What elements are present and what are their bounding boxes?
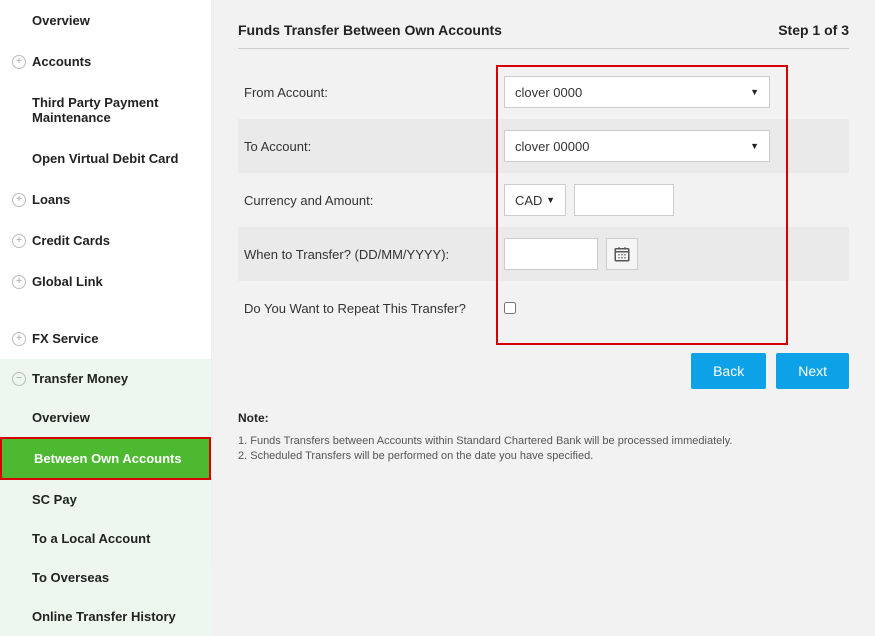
header-row: Funds Transfer Between Own Accounts Step…: [238, 22, 849, 49]
to-account-select[interactable]: clover 00000 ▼: [504, 130, 770, 162]
main-panel: Funds Transfer Between Own Accounts Step…: [212, 0, 875, 566]
plus-icon: +: [12, 193, 26, 207]
nav-to-overseas[interactable]: To Overseas: [0, 558, 211, 597]
nav-label: Between Own Accounts: [34, 451, 182, 466]
to-account-value: clover 00000: [515, 139, 589, 154]
chevron-down-icon: ▼: [546, 195, 555, 205]
row-currency-amount: Currency and Amount: CAD ▼: [238, 173, 849, 227]
row-when-to-transfer: When to Transfer? (DD/MM/YYYY):: [238, 227, 849, 281]
nav-credit-cards[interactable]: + Credit Cards: [0, 220, 211, 261]
back-button[interactable]: Back: [691, 353, 766, 389]
nav-label: Online Transfer History: [32, 609, 176, 624]
row-from-account: From Account: clover 0000 ▼: [238, 65, 849, 119]
nav-label: SC Pay: [32, 492, 77, 507]
nav-overview[interactable]: Overview: [0, 0, 211, 41]
nav-label: Credit Cards: [32, 233, 110, 248]
notes-section: Note: 1. Funds Transfers between Account…: [238, 411, 849, 462]
nav-label: Overview: [32, 13, 90, 28]
form-area: From Account: clover 0000 ▼ To Account: …: [238, 65, 849, 335]
nav-loans[interactable]: + Loans: [0, 179, 211, 220]
nav-label: Loans: [32, 192, 70, 207]
repeat-checkbox[interactable]: [504, 302, 516, 314]
amount-input[interactable]: [574, 184, 674, 216]
plus-icon: +: [12, 275, 26, 289]
nav-transfer-overview[interactable]: Overview: [0, 398, 211, 437]
plus-icon: +: [12, 55, 26, 69]
nav-transfer-group: − Transfer Money Overview Between Own Ac…: [0, 359, 211, 636]
notes-line-1: 1. Funds Transfers between Accounts with…: [238, 435, 849, 447]
nav-transfer-money[interactable]: − Transfer Money: [0, 359, 211, 398]
transfer-date-input[interactable]: [504, 238, 598, 270]
nav-third-party[interactable]: Third Party Payment Maintenance: [0, 82, 211, 138]
row-to-account: To Account: clover 00000 ▼: [238, 119, 849, 173]
nav-global-link[interactable]: + Global Link: [0, 261, 211, 302]
when-label: When to Transfer? (DD/MM/YYYY):: [238, 247, 504, 262]
page-title: Funds Transfer Between Own Accounts: [238, 22, 502, 38]
nav-label: Global Link: [32, 274, 103, 289]
nav-label: To Overseas: [32, 570, 109, 585]
nav-online-transfer-history[interactable]: Online Transfer History: [0, 597, 211, 636]
nav-label: Overview: [32, 410, 90, 425]
step-indicator: Step 1 of 3: [778, 22, 849, 38]
sidebar: Overview + Accounts Third Party Payment …: [0, 0, 212, 566]
chevron-down-icon: ▼: [750, 141, 759, 151]
chevron-down-icon: ▼: [750, 87, 759, 97]
nav-label: FX Service: [32, 331, 99, 346]
nav-to-local-account[interactable]: To a Local Account: [0, 519, 211, 558]
to-account-label: To Account:: [238, 139, 504, 154]
currency-amount-label: Currency and Amount:: [238, 193, 504, 208]
nav-fx-service[interactable]: + FX Service: [0, 318, 211, 359]
nav-label: To a Local Account: [32, 531, 150, 546]
nav-sc-pay[interactable]: SC Pay: [0, 480, 211, 519]
minus-icon: −: [12, 372, 26, 386]
nav-label: Accounts: [32, 54, 91, 69]
row-repeat-transfer: Do You Want to Repeat This Transfer?: [238, 281, 849, 335]
plus-icon: +: [12, 332, 26, 346]
nav-between-own-accounts[interactable]: Between Own Accounts: [0, 437, 211, 480]
currency-value: CAD: [515, 193, 542, 208]
plus-icon: +: [12, 234, 26, 248]
notes-title: Note:: [238, 411, 849, 425]
nav-accounts[interactable]: + Accounts: [0, 41, 211, 82]
nav-label: Transfer Money: [32, 371, 128, 386]
currency-select[interactable]: CAD ▼: [504, 184, 566, 216]
button-row: Back Next: [238, 353, 849, 389]
from-account-label: From Account:: [238, 85, 504, 100]
from-account-select[interactable]: clover 0000 ▼: [504, 76, 770, 108]
from-account-value: clover 0000: [515, 85, 582, 100]
nav-label: Third Party Payment Maintenance: [32, 95, 158, 125]
nav-label: Open Virtual Debit Card: [32, 151, 178, 166]
next-button[interactable]: Next: [776, 353, 849, 389]
repeat-label: Do You Want to Repeat This Transfer?: [238, 301, 504, 316]
notes-line-2: 2. Scheduled Transfers will be performed…: [238, 450, 849, 462]
calendar-button[interactable]: [606, 238, 638, 270]
nav-open-virtual-card[interactable]: Open Virtual Debit Card: [0, 138, 211, 179]
calendar-icon: [613, 245, 631, 263]
